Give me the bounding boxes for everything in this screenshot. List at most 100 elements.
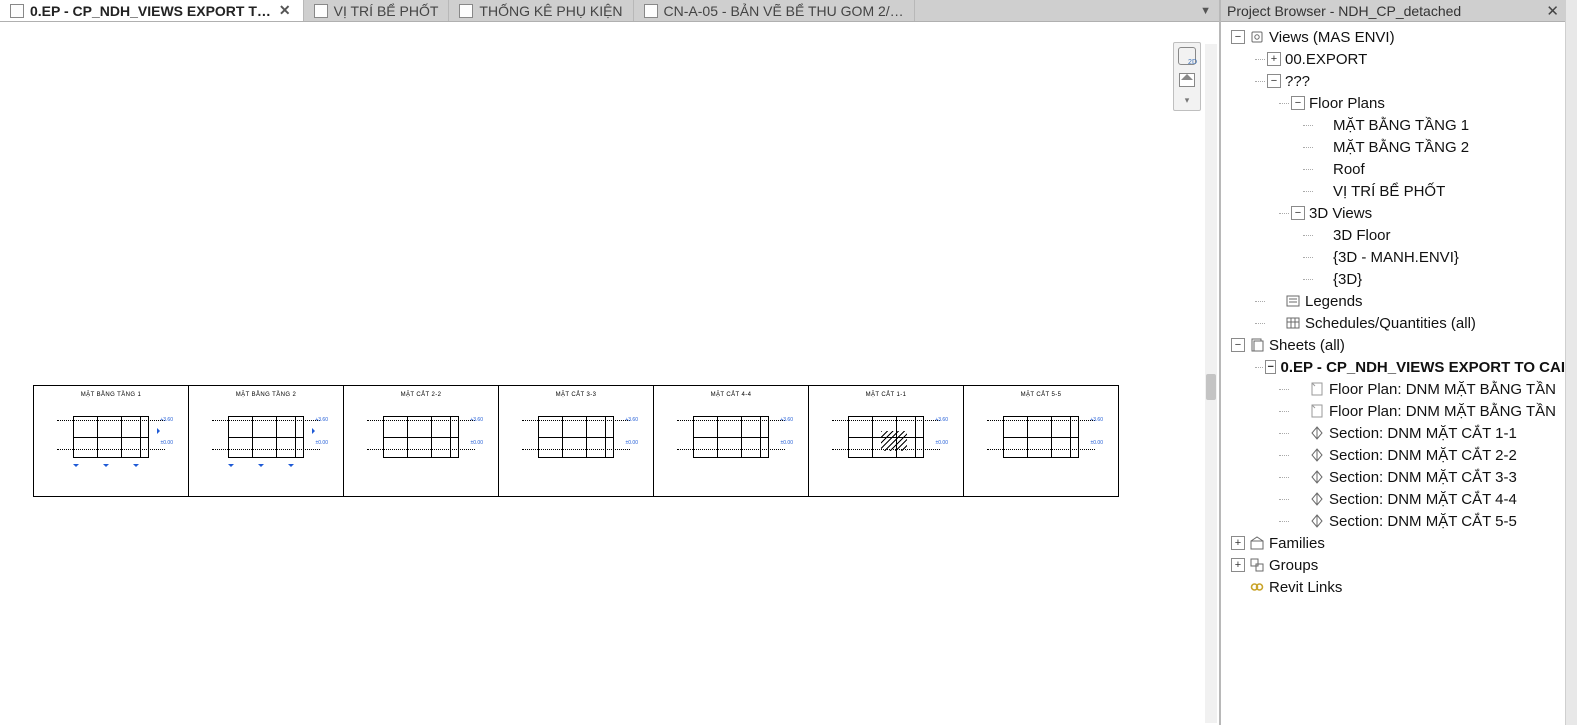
tree-item-label: 3D Floor [1333,226,1391,244]
placed-view-thumb[interactable]: MẶT CẮT 5-5+3.60±0.00 [963,385,1119,497]
sheet-icon [314,4,328,18]
tab-label: THỐNG KÊ PHỤ KIỆN [479,3,622,19]
collapse-icon[interactable]: − [1267,74,1281,88]
tree-item[interactable]: Schedules/Quantities (all) [1225,312,1565,334]
tree-item-label: Families [1269,534,1325,552]
thumb-drawing: +3.60±0.00 [838,408,934,466]
tree-item-label: Floor Plan: DNM MẶT BẰNG TẦN [1329,380,1556,398]
view-tab[interactable]: THỐNG KÊ PHỤ KIỆN [449,0,633,21]
tree-item[interactable]: −Floor Plans [1225,92,1565,114]
tree-item[interactable]: − Views (MAS ENVI) [1225,26,1565,48]
viewcube-icon[interactable] [1178,47,1196,65]
tree-item[interactable]: −??? [1225,70,1565,92]
tree-item[interactable]: {3D - MANH.ENVI} [1225,246,1565,268]
tree-item-label: 00.EXPORT [1285,50,1367,68]
view-tab[interactable]: 0.EP - CP_NDH_VIEWS EXPORT T… ✕ [0,0,304,21]
expand-icon[interactable]: + [1231,558,1245,572]
placed-view-thumb[interactable]: MẶT CẮT 2-2+3.60±0.00 [343,385,499,497]
tab-label: 0.EP - CP_NDH_VIEWS EXPORT T… [30,3,271,19]
main-area: 0.EP - CP_NDH_VIEWS EXPORT T… ✕ VỊ TRÍ BỂ … [0,0,1220,725]
view-tab[interactable]: VỊ TRÍ BỂ PHỐT [304,0,450,21]
tree-item-label: Views (MAS ENVI) [1269,28,1395,46]
tree-item[interactable]: + Families [1225,532,1565,554]
view-tab[interactable]: CN-A-05 - BẢN VẼ BỂ THU GOM 2/… [634,0,915,21]
tree-item[interactable]: MẶT BẰNG TẦNG 2 [1225,136,1565,158]
tree-item[interactable]: Section: DNM MẶT CẮT 1-1 [1225,422,1565,444]
drawing-canvas[interactable]: MẶT BẰNG TẦNG 1 +3.60±0.00 MẶT BẰNG TẦNG 2… [0,22,1219,725]
twisty-spacer [1291,492,1305,506]
tree-item-label: Section: DNM MẶT CẮT 5-5 [1329,512,1517,530]
twisty-spacer [1267,294,1281,308]
placed-view-thumb[interactable]: MẶT CẮT 3-3+3.60±0.00 [498,385,654,497]
close-icon[interactable]: ✕ [1546,2,1559,20]
section-icon [1309,469,1325,485]
placed-view-thumb[interactable]: MẶT BẰNG TẦNG 1 +3.60±0.00 [33,385,189,497]
tree-item-label: Section: DNM MẶT CẮT 2-2 [1329,446,1517,464]
twisty-spacer [1315,140,1329,154]
sheets-icon [1249,337,1265,353]
project-browser-tree[interactable]: −Views (MAS ENVI)+00.EXPORT−???−Floor Pl… [1221,22,1565,725]
collapse-icon[interactable]: − [1231,30,1245,44]
tree-item[interactable]: Roof [1225,158,1565,180]
legend-icon [1285,293,1301,309]
tree-item-label: 3D Views [1309,204,1372,222]
twisty-spacer [1315,162,1329,176]
thumb-title: MẶT CẮT 3-3 [556,392,597,398]
tree-item-label: Legends [1305,292,1363,310]
section-icon [1309,513,1325,529]
twisty-spacer [1315,228,1329,242]
sheet-icon [10,4,24,18]
tree-item-label: {3D - MANH.ENVI} [1333,248,1459,266]
tree-item[interactable]: Section: DNM MẶT CẮT 4-4 [1225,488,1565,510]
tree-item-label: Floor Plan: DNM MẶT BẰNG TẦN [1329,402,1556,420]
chevron-down-icon[interactable]: ▾ [1185,95,1190,106]
tree-item[interactable]: MẶT BẰNG TẦNG 1 [1225,114,1565,136]
tree-item[interactable]: +00.EXPORT [1225,48,1565,70]
tree-item[interactable]: −3D Views [1225,202,1565,224]
placed-view-thumb[interactable]: MẶT CẮT 4-4+3.60±0.00 [653,385,809,497]
tree-item[interactable]: 3D Floor [1225,224,1565,246]
plan-icon [1309,403,1325,419]
twisty-spacer [1291,404,1305,418]
tree-item[interactable]: Section: DNM MẶT CẮT 2-2 [1225,444,1565,466]
collapse-icon[interactable]: − [1291,206,1305,220]
tree-item[interactable]: −Sheets (all) [1225,334,1565,356]
collapse-icon[interactable]: − [1291,96,1305,110]
expand-icon[interactable]: + [1267,52,1281,66]
tree-item[interactable]: Floor Plan: DNM MẶT BẰNG TẦN [1225,400,1565,422]
expand-icon[interactable]: + [1231,536,1245,550]
tree-item[interactable]: Floor Plan: DNM MẶT BẰNG TẦN [1225,378,1565,400]
project-browser-header[interactable]: Project Browser - NDH_CP_detached ✕ [1221,0,1565,22]
vertical-scrollbar[interactable] [1205,44,1217,723]
tree-item[interactable]: +Groups [1225,554,1565,576]
tabs-overflow-icon[interactable]: ▼ [1192,5,1219,17]
tree-item[interactable]: Legends [1225,290,1565,312]
twisty-spacer [1291,448,1305,462]
close-icon[interactable]: ✕ [277,2,293,19]
scrollbar-thumb[interactable] [1206,374,1216,400]
section-icon [1309,447,1325,463]
thumb-drawing: +3.60±0.00 [63,408,159,466]
project-browser-title: Project Browser - NDH_CP_detached [1227,2,1461,19]
tree-item-label: MẶT BẰNG TẦNG 2 [1333,138,1469,156]
thumb-drawing: +3.60±0.00 [993,408,1089,466]
tree-item[interactable]: Section: DNM MẶT CẮT 3-3 [1225,466,1565,488]
twisty-spacer [1291,382,1305,396]
collapse-icon[interactable]: − [1265,360,1277,374]
tree-item[interactable]: Section: DNM MẶT CẮT 5-5 [1225,510,1565,532]
tree-item[interactable]: Revit Links [1225,576,1565,598]
collapse-icon[interactable]: − [1231,338,1245,352]
tree-item[interactable]: −0.EP - CP_NDH_VIEWS EXPORT TO CAI [1225,356,1565,378]
navigation-home-icon[interactable] [1179,73,1195,87]
plan-icon [1309,381,1325,397]
project-browser-panel: Project Browser - NDH_CP_detached ✕ − Vie… [1220,0,1565,725]
right-dock-strip [1565,0,1577,725]
tree-item[interactable]: {3D} [1225,268,1565,290]
placed-view-thumb[interactable]: MẶT BẰNG TẦNG 2+3.60±0.00 [188,385,344,497]
tree-item-label: ??? [1285,72,1310,90]
placed-view-thumb[interactable]: MẶT CẮT 1-1+3.60±0.00 [808,385,964,497]
thumb-title: MẶT BẰNG TẦNG 1 [81,392,141,398]
tree-item[interactable]: VỊ TRÍ BỂ PHỐT [1225,180,1565,202]
view-controls: ▾ [1173,42,1201,111]
sheet-views-row: MẶT BẰNG TẦNG 1 +3.60±0.00 MẶT BẰNG TẦNG 2… [33,385,1118,497]
